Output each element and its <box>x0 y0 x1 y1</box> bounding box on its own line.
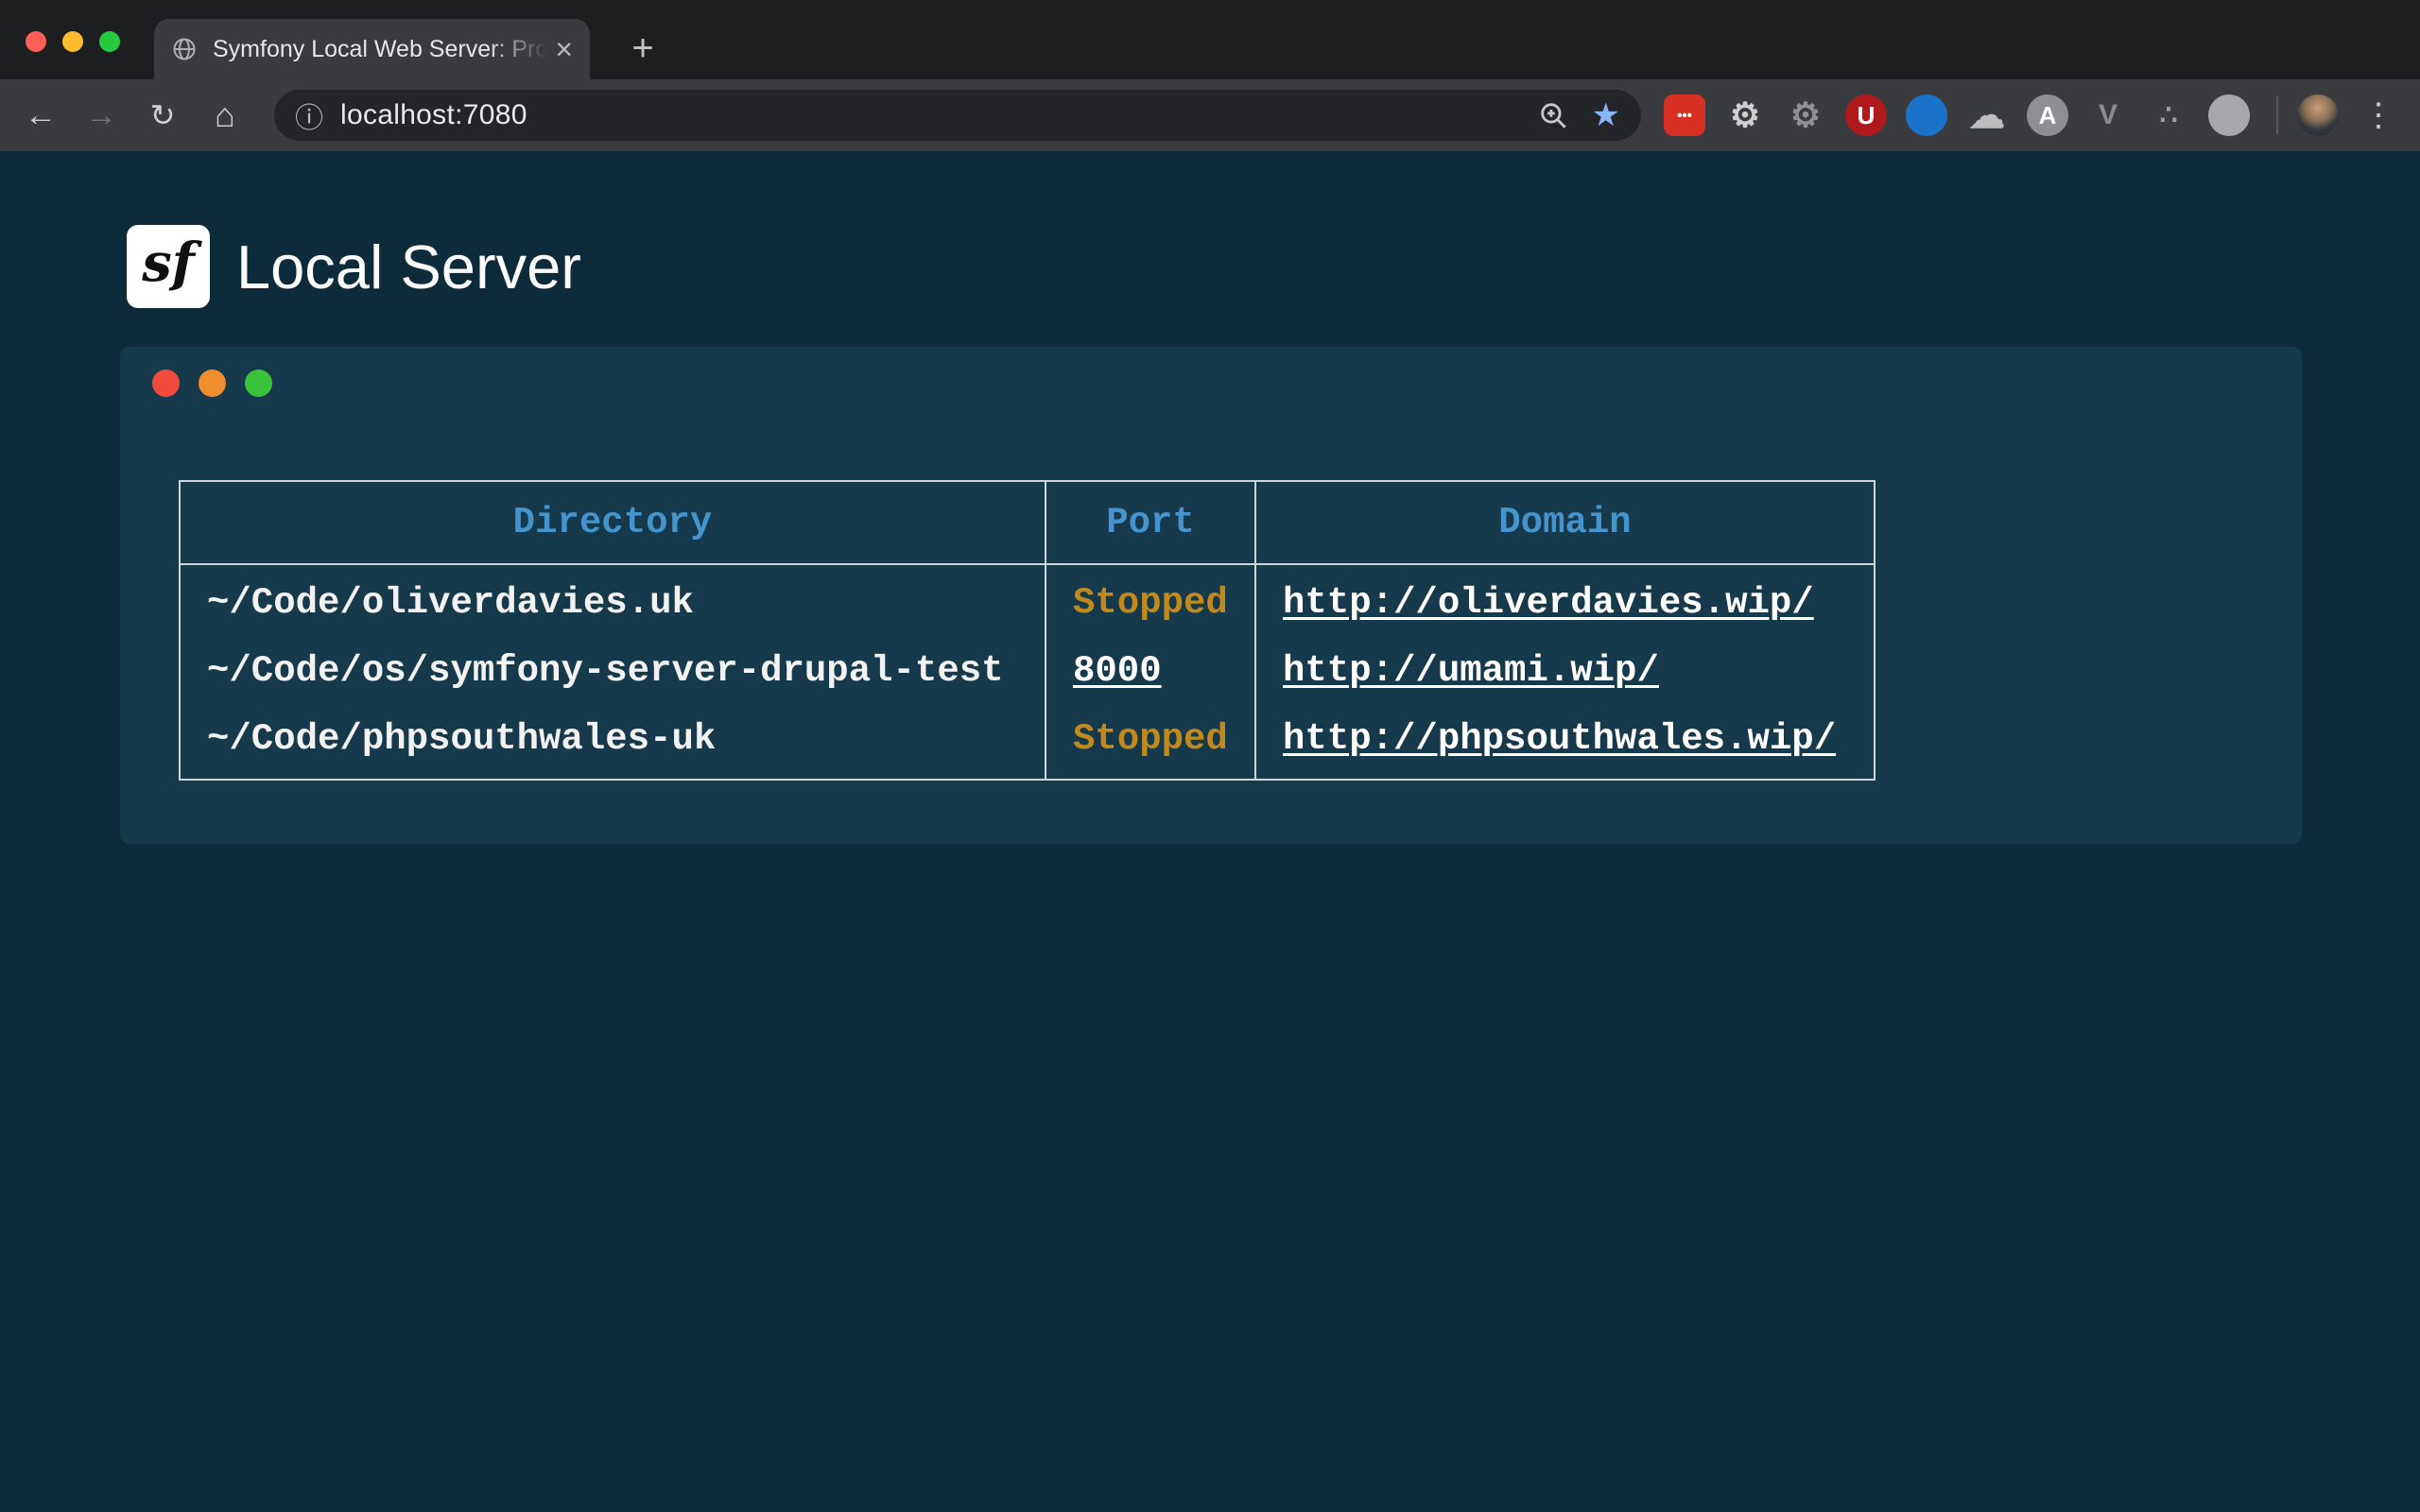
symfony-logo-glyph: sf <box>142 232 195 294</box>
address-bar[interactable]: ⓘ localhost:7080 ★ <box>274 90 1641 141</box>
table-row: ~/Code/phpsouthwales-uk Stopped http://p… <box>180 705 1875 780</box>
directory-cell: ~/Code/oliverdavies.uk <box>180 564 1046 637</box>
bookmark-star-icon[interactable]: ★ <box>1592 99 1620 131</box>
domain-link[interactable]: http://oliverdavies.wip/ <box>1283 582 1814 624</box>
domain-cell: http://oliverdavies.wip/ <box>1255 564 1875 637</box>
new-tab-button[interactable]: + <box>623 25 663 74</box>
panel-dot-orange-icon <box>199 369 226 397</box>
tab-close-icon[interactable]: × <box>555 34 573 64</box>
macos-window-controls <box>26 31 120 52</box>
extension-gear-dark-icon[interactable]: ⚙ <box>1785 94 1826 136</box>
port-link[interactable]: 8000 <box>1073 650 1162 692</box>
extension-ublock-icon[interactable]: U <box>1845 94 1887 136</box>
table-row: ~/Code/oliverdavies.uk Stopped http://ol… <box>180 564 1875 637</box>
page-title: Local Server <box>236 232 581 302</box>
globe-favicon-icon <box>171 36 198 62</box>
server-panel: Directory Port Domain ~/Code/oliverdavie… <box>120 347 2302 844</box>
browser-tab-active[interactable]: Symfony Local Web Server: Prox × <box>154 19 590 79</box>
panel-dot-green-icon <box>245 369 272 397</box>
symfony-logo: sf <box>127 225 210 308</box>
domain-link[interactable]: http://umami.wip/ <box>1283 650 1659 692</box>
macos-zoom-button[interactable] <box>99 31 120 52</box>
domain-cell: http://umami.wip/ <box>1255 637 1875 705</box>
extension-red-dots-icon[interactable]: ••• <box>1664 94 1705 136</box>
macos-close-button[interactable] <box>26 31 46 52</box>
extensions-bar: ••• ⚙ ⚙ U ☁ A V ∴ <box>1664 94 2250 136</box>
extension-paw-icon[interactable]: ∴ <box>2148 94 2189 136</box>
extension-letter-a-icon[interactable]: A <box>2027 94 2068 136</box>
table-row: ~/Code/os/symfony-server-drupal-test 800… <box>180 637 1875 705</box>
directory-cell: ~/Code/phpsouthwales-uk <box>180 705 1046 780</box>
directory-cell: ~/Code/os/symfony-server-drupal-test <box>180 637 1046 705</box>
browser-toolbar: ← → ↻ ⌂ ⓘ localhost:7080 ★ ••• ⚙ ⚙ U ☁ A… <box>0 79 2420 151</box>
tab-title: Symfony Local Web Server: Prox <box>213 36 547 63</box>
domain-link[interactable]: http://phpsouthwales.wip/ <box>1283 718 1836 760</box>
page-content: sf Local Server Directory Port Domain ~/… <box>0 151 2420 1512</box>
forward-button[interactable]: → <box>79 94 123 136</box>
page-info-icon[interactable]: ⓘ <box>295 94 323 136</box>
url-text[interactable]: localhost:7080 <box>340 99 1537 131</box>
extension-cloud-icon[interactable]: ☁ <box>1966 94 2008 136</box>
status-badge: Stopped <box>1073 582 1228 624</box>
macos-minimize-button[interactable] <box>62 31 83 52</box>
browser-menu-icon[interactable]: ⋮ <box>2361 94 2395 136</box>
status-badge: Stopped <box>1073 718 1228 760</box>
servers-table: Directory Port Domain ~/Code/oliverdavie… <box>179 480 1876 781</box>
extension-v-icon[interactable]: V <box>2087 94 2129 136</box>
port-cell: Stopped <box>1046 564 1255 637</box>
tab-strip: Symfony Local Web Server: Prox × + <box>0 0 2420 79</box>
reload-button[interactable]: ↻ <box>141 94 184 136</box>
column-header-domain: Domain <box>1255 481 1875 564</box>
column-header-directory: Directory <box>180 481 1046 564</box>
table-header-row: Directory Port Domain <box>180 481 1875 564</box>
port-cell: Stopped <box>1046 705 1255 780</box>
extension-octocat-icon[interactable] <box>2208 94 2250 136</box>
zoom-indicator-icon[interactable] <box>1537 99 1569 131</box>
avatar[interactable] <box>2297 94 2339 136</box>
extension-blue-circle-icon[interactable] <box>1906 94 1947 136</box>
column-header-port: Port <box>1046 481 1255 564</box>
brand-header: sf Local Server <box>127 225 581 308</box>
port-cell: 8000 <box>1046 637 1255 705</box>
panel-dot-red-icon <box>152 369 180 397</box>
back-button[interactable]: ← <box>19 94 62 136</box>
domain-cell: http://phpsouthwales.wip/ <box>1255 705 1875 780</box>
home-button[interactable]: ⌂ <box>203 94 247 136</box>
panel-window-dots <box>152 369 2302 397</box>
extension-gear-light-icon[interactable]: ⚙ <box>1724 94 1766 136</box>
toolbar-divider <box>2276 96 2278 134</box>
